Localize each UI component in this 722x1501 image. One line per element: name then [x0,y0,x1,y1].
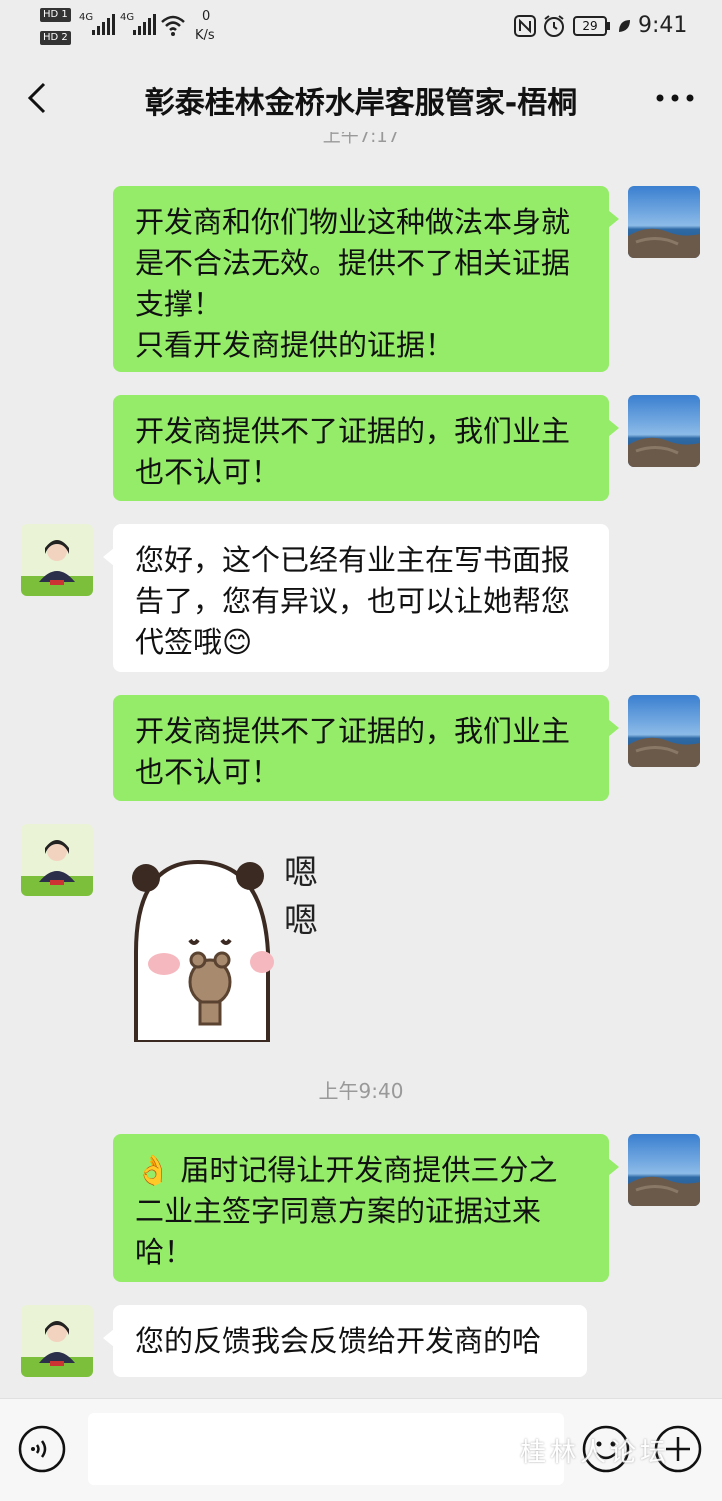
wifi-icon [161,15,185,36]
message-text: 开发商和你们物业这种做法本身就 [135,205,571,239]
message-bubble-incoming[interactable]: 您的反馈我会反馈给开发商的哈 [103,1305,587,1377]
panda-sticker-image: 嗯 嗯 [132,853,318,1044]
sticker-text: 嗯 [284,901,318,941]
battery-icon: 29 [573,16,607,36]
message-bubble-outgoing[interactable]: 开发商提供不了证据的，我们业主 也不认可！ [113,695,619,801]
alarm-icon [544,15,564,37]
message-text: 哈！ [135,1235,194,1269]
watermark: 桂林人论坛 [520,1438,671,1468]
message-bubble-outgoing[interactable]: 开发商和你们物业这种做法本身就 是不合法无效。提供不了相关证据 支撑！ 只看开发… [113,186,619,372]
status-time: 9:41 [638,13,688,38]
signal-icon [92,14,115,35]
chat-title: 彰泰桂林金桥水岸客服管家-梧桐 [144,86,578,121]
message-text: 支撑！ [135,287,223,321]
my-avatar[interactable] [628,695,700,767]
message-text: 您的反馈我会反馈给开发商的哈 [135,1324,542,1358]
nfc-icon [514,15,536,37]
leaf-icon [619,20,630,32]
message-text: 也不认可！ [135,755,281,789]
message-text: 开发商提供不了证据的，我们业主 [135,414,571,448]
message-bubble-outgoing[interactable]: 开发商提供不了证据的，我们业主 也不认可！ [113,395,619,501]
message-input[interactable] [88,1413,564,1485]
message-bubble-outgoing[interactable]: 👌 届时记得让开发商提供三分之 二业主签字同意方案的证据过来 哈！ [113,1134,619,1282]
my-avatar[interactable] [628,1134,700,1206]
message-text: 是不合法无效。提供不了相关证据 [135,246,571,280]
net-speed-value: 0 [202,9,211,24]
my-avatar[interactable] [628,186,700,258]
hd-badge-1: HD 1 [40,8,71,22]
signal-icon [133,14,156,35]
message-text: 也不认可！ [135,455,281,489]
net-speed-unit: K/s [195,28,215,43]
voice-icon [18,1425,66,1473]
message-text: 您好，这个已经有业主在写书面报 [135,543,571,577]
contact-avatar[interactable] [21,524,93,596]
message-text: 二业主签字同意方案的证据过来 [135,1194,542,1228]
partial-timestamp: 上午7:17 [322,132,400,147]
contact-avatar[interactable] [21,1305,93,1377]
network-type-2: 4G [120,12,135,23]
message-text: 只看开发商提供的证据！ [135,328,455,362]
back-button[interactable] [20,76,60,120]
hd-badge-2: HD 2 [40,31,71,45]
message-bubble-incoming[interactable]: 您好，这个已经有业主在写书面报 告了，您有异议，也可以让她帮您 代签哦😊 [103,524,609,672]
network-type-1: 4G [79,12,94,23]
message-text: 告了，您有异议，也可以让她帮您 [135,584,571,618]
sticker-message[interactable]: 嗯 嗯 [118,842,338,1044]
my-avatar[interactable] [628,395,700,467]
message-text: 开发商提供不了证据的，我们业主 [135,714,571,748]
message-text: 代签哦😊 [135,625,253,659]
contact-avatar[interactable] [21,824,93,896]
chevron-left-icon [27,82,46,114]
chat-header: 彰泰桂林金桥水岸客服管家-梧桐 [0,52,722,144]
status-bar: HD 1 HD 2 4G 4G 0 K/s 29 9:41 [0,0,722,52]
more-options-button[interactable] [650,78,700,118]
timestamp: 上午9:40 [318,1079,404,1103]
voice-input-button[interactable] [18,1425,66,1473]
more-icon [656,94,694,102]
message-text: 👌 届时记得让开发商提供三分之 [135,1153,558,1187]
sticker-text: 嗯 [284,853,318,893]
battery-level: 29 [582,19,598,33]
